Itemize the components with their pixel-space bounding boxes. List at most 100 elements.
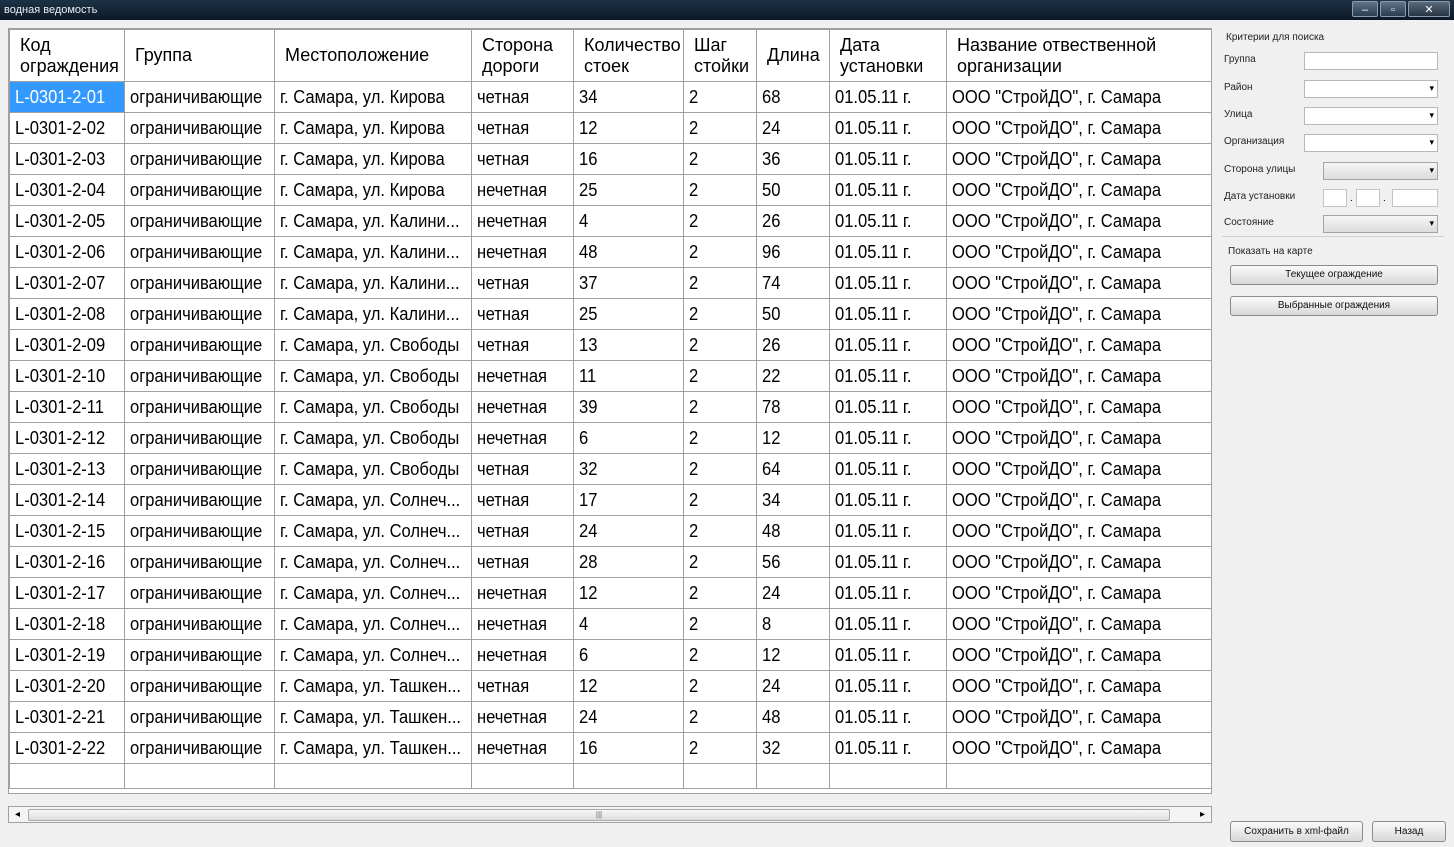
cell-group[interactable]: ограничивающие xyxy=(124,360,275,392)
cell-organization[interactable]: ООО "СтройДО", г. Самара xyxy=(946,732,1211,764)
cell-organization[interactable]: ООО "СтройДО", г. Самара xyxy=(946,515,1211,547)
date-year-input[interactable] xyxy=(1392,189,1438,207)
cell-location[interactable]: г. Самара, ул. Ташкен... xyxy=(274,670,472,702)
cell-location[interactable]: г. Самара, ул. Солнеч... xyxy=(274,515,472,547)
cell-code[interactable]: L-0301-2-19 xyxy=(9,639,125,671)
cell-side[interactable]: четная xyxy=(471,329,574,361)
cell-group[interactable]: ограничивающие xyxy=(124,267,275,299)
table-row[interactable]: L-0301-2-19 ограничивающие г. Самара, ул. … xyxy=(9,639,1211,671)
cell-post-count[interactable]: 32 xyxy=(573,453,684,485)
column-header-post-step[interactable]: Шаг стойки xyxy=(683,29,757,82)
table-row[interactable]: L-0301-2-05 ограничивающие г. Самара, ул. … xyxy=(9,205,1211,237)
table-row[interactable]: L-0301-2-10 ограничивающие г. Самара, ул. … xyxy=(9,360,1211,392)
cell-location[interactable]: г. Самара, ул. Калини... xyxy=(274,267,472,299)
cell-organization[interactable]: ООО "СтройДО", г. Самара xyxy=(946,670,1211,702)
table-row[interactable]: L-0301-2-03 ограничивающие г. Самара, ул. … xyxy=(9,143,1211,175)
cell-location[interactable]: г. Самара, ул. Кирова xyxy=(274,143,472,175)
cell-code[interactable]: L-0301-2-10 xyxy=(9,360,125,392)
date-day-input[interactable] xyxy=(1323,189,1347,207)
table-row[interactable]: L-0301-2-09 ограничивающие г. Самара, ул. … xyxy=(9,329,1211,361)
cell-length[interactable]: 34 xyxy=(756,484,830,516)
cell-organization[interactable]: ООО "СтройДО", г. Самара xyxy=(946,236,1211,268)
cell-organization[interactable]: ООО "СтройДО", г. Самара xyxy=(946,391,1211,423)
table-row[interactable]: L-0301-2-16 ограничивающие г. Самара, ул. … xyxy=(9,546,1211,578)
cell-side[interactable]: нечетная xyxy=(471,577,574,609)
cell-group[interactable]: ограничивающие xyxy=(124,391,275,423)
cell-side[interactable]: четная xyxy=(471,112,574,144)
maximize-button[interactable]: ▫ xyxy=(1380,1,1406,17)
cell-install-date[interactable]: 01.05.11 г. xyxy=(829,360,947,392)
cell-location[interactable]: г. Самара, ул. Кирова xyxy=(274,174,472,206)
cell-code[interactable]: L-0301-2-21 xyxy=(9,701,125,733)
cell-post-count[interactable]: 16 xyxy=(573,143,684,175)
cell-location[interactable]: г. Самара, ул. Солнеч... xyxy=(274,546,472,578)
cell-organization[interactable]: ООО "СтройДО", г. Самара xyxy=(946,205,1211,237)
cell-post-step[interactable]: 2 xyxy=(683,732,757,764)
cell-side[interactable]: нечетная xyxy=(471,236,574,268)
cell-length[interactable]: 50 xyxy=(756,298,830,330)
table-row[interactable]: L-0301-2-12 ограничивающие г. Самара, ул. … xyxy=(9,422,1211,454)
scroll-right-icon[interactable]: ▸ xyxy=(1194,807,1211,822)
cell-install-date[interactable]: 01.05.11 г. xyxy=(829,422,947,454)
cell-location[interactable]: г. Самара, ул. Калини... xyxy=(274,298,472,330)
cell-side[interactable]: нечетная xyxy=(471,360,574,392)
table-row[interactable]: L-0301-2-11 ограничивающие г. Самара, ул. … xyxy=(9,391,1211,423)
group-input[interactable] xyxy=(1304,52,1438,70)
cell-group[interactable]: ограничивающие xyxy=(124,639,275,671)
cell-length[interactable]: 36 xyxy=(756,143,830,175)
column-header-code[interactable]: Код ограждения xyxy=(9,29,125,82)
cell-post-count[interactable]: 4 xyxy=(573,608,684,640)
cell-organization[interactable]: ООО "СтройДО", г. Самара xyxy=(946,453,1211,485)
cell-side[interactable]: четная xyxy=(471,81,574,113)
cell-length[interactable]: 50 xyxy=(756,174,830,206)
column-header-location[interactable]: Местоположение xyxy=(274,29,472,82)
table-row[interactable]: L-0301-2-06 ограничивающие г. Самара, ул. … xyxy=(9,236,1211,268)
cell-location[interactable]: г. Самара, ул. Кирова xyxy=(274,112,472,144)
empty-cell[interactable] xyxy=(124,763,275,789)
table-row[interactable]: L-0301-2-01 ограничивающие г. Самара, ул. … xyxy=(9,81,1211,113)
cell-post-step[interactable]: 2 xyxy=(683,391,757,423)
table-row[interactable]: L-0301-2-21 ограничивающие г. Самара, ул. … xyxy=(9,701,1211,733)
cell-post-count[interactable]: 12 xyxy=(573,577,684,609)
save-xml-button[interactable]: Сохранить в xml-файл xyxy=(1230,821,1363,842)
cell-organization[interactable]: ООО "СтройДО", г. Самара xyxy=(946,360,1211,392)
column-header-group[interactable]: Группа xyxy=(124,29,275,82)
empty-cell[interactable] xyxy=(471,763,574,789)
cell-organization[interactable]: ООО "СтройДО", г. Самара xyxy=(946,577,1211,609)
cell-post-count[interactable]: 4 xyxy=(573,205,684,237)
cell-post-count[interactable]: 28 xyxy=(573,546,684,578)
table-row[interactable]: L-0301-2-20 ограничивающие г. Самара, ул. … xyxy=(9,670,1211,702)
cell-post-step[interactable]: 2 xyxy=(683,608,757,640)
side-select[interactable]: ▾ xyxy=(1323,162,1438,180)
cell-install-date[interactable]: 01.05.11 г. xyxy=(829,701,947,733)
cell-group[interactable]: ограничивающие xyxy=(124,236,275,268)
cell-install-date[interactable]: 01.05.11 г. xyxy=(829,112,947,144)
table-row[interactable]: L-0301-2-18 ограничивающие г. Самара, ул. … xyxy=(9,608,1211,640)
cell-organization[interactable]: ООО "СтройДО", г. Самара xyxy=(946,112,1211,144)
empty-cell[interactable] xyxy=(756,763,830,789)
cell-length[interactable]: 26 xyxy=(756,329,830,361)
cell-location[interactable]: г. Самара, ул. Ташкен... xyxy=(274,701,472,733)
cell-side[interactable]: нечетная xyxy=(471,639,574,671)
cell-side[interactable]: нечетная xyxy=(471,608,574,640)
cell-post-count[interactable]: 16 xyxy=(573,732,684,764)
cell-code[interactable]: L-0301-2-11 xyxy=(9,391,125,423)
cell-post-step[interactable]: 2 xyxy=(683,112,757,144)
cell-install-date[interactable]: 01.05.11 г. xyxy=(829,453,947,485)
cell-group[interactable]: ограничивающие xyxy=(124,143,275,175)
cell-group[interactable]: ограничивающие xyxy=(124,515,275,547)
table-row[interactable]: L-0301-2-14 ограничивающие г. Самара, ул. … xyxy=(9,484,1211,516)
cell-code[interactable]: L-0301-2-02 xyxy=(9,112,125,144)
cell-length[interactable]: 78 xyxy=(756,391,830,423)
cell-length[interactable]: 48 xyxy=(756,515,830,547)
cell-length[interactable]: 74 xyxy=(756,267,830,299)
cell-install-date[interactable]: 01.05.11 г. xyxy=(829,670,947,702)
minimize-button[interactable]: – xyxy=(1352,1,1378,17)
cell-location[interactable]: г. Самара, ул. Солнеч... xyxy=(274,484,472,516)
empty-cell[interactable] xyxy=(683,763,757,789)
show-selected-fences-button[interactable]: Выбранные ограждения xyxy=(1230,296,1438,316)
cell-install-date[interactable]: 01.05.11 г. xyxy=(829,577,947,609)
cell-post-step[interactable]: 2 xyxy=(683,81,757,113)
cell-length[interactable]: 56 xyxy=(756,546,830,578)
cell-length[interactable]: 24 xyxy=(756,112,830,144)
